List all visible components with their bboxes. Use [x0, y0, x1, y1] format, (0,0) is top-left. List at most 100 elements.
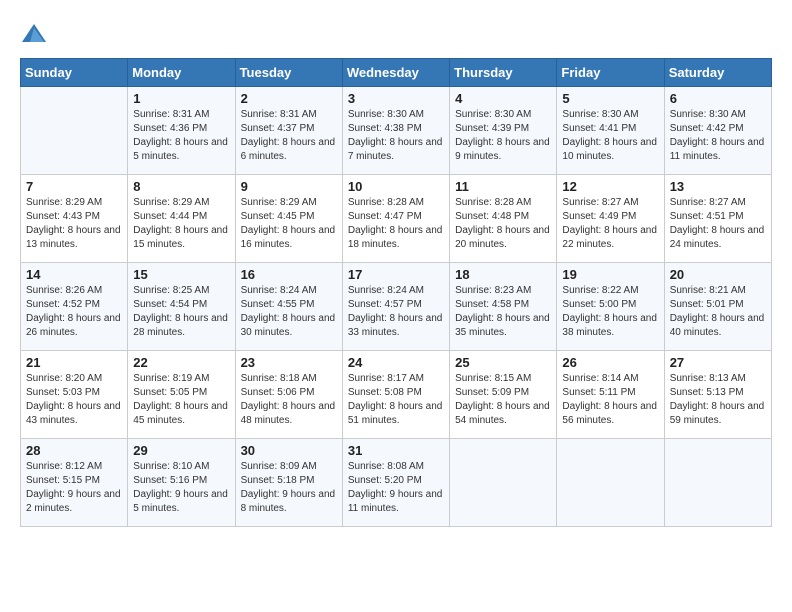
- calendar-week-row: 21Sunrise: 8:20 AMSunset: 5:03 PMDayligh…: [21, 351, 772, 439]
- cell-details: Sunrise: 8:08 AMSunset: 5:20 PMDaylight:…: [348, 460, 444, 516]
- day-number: 4: [455, 91, 551, 106]
- cell-details: Sunrise: 8:14 AMSunset: 5:11 PMDaylight:…: [562, 372, 658, 428]
- calendar-cell: 16 Sunrise: 8:24 AMSunset: 4:55 PMDayligh…: [235, 263, 342, 351]
- weekday-header: Monday: [128, 59, 235, 87]
- cell-details: Sunrise: 8:17 AMSunset: 5:08 PMDaylight:…: [348, 372, 444, 428]
- day-number: 27: [670, 355, 766, 370]
- calendar-cell: 31Sunrise: 8:08 AMSunset: 5:20 PMDayligh…: [342, 439, 449, 527]
- calendar-cell: 24 Sunrise: 8:17 AMSunset: 5:08 PMDayligh…: [342, 351, 449, 439]
- calendar-header: SundayMondayTuesdayWednesdayThursdayFrid…: [21, 59, 772, 87]
- logo-icon: [20, 20, 48, 48]
- calendar-cell: 4 Sunrise: 8:30 AMSunset: 4:39 PMDaylight…: [450, 87, 557, 175]
- day-number: 18: [455, 267, 551, 282]
- day-number: 24: [348, 355, 444, 370]
- day-number: 11: [455, 179, 551, 194]
- calendar-cell: 7Sunrise: 8:29 AMSunset: 4:43 PMDaylight…: [21, 175, 128, 263]
- calendar-cell: 13 Sunrise: 8:27 AMSunset: 4:51 PMDayligh…: [664, 175, 771, 263]
- cell-details: Sunrise: 8:09 AMSunset: 5:18 PMDaylight:…: [241, 460, 337, 516]
- cell-details: Sunrise: 8:24 AMSunset: 4:57 PMDaylight:…: [348, 284, 444, 340]
- cell-details: Sunrise: 8:22 AMSunset: 5:00 PMDaylight:…: [562, 284, 658, 340]
- day-number: 19: [562, 267, 658, 282]
- calendar-cell: 23 Sunrise: 8:18 AMSunset: 5:06 PMDayligh…: [235, 351, 342, 439]
- cell-details: Sunrise: 8:19 AMSunset: 5:05 PMDaylight:…: [133, 372, 229, 428]
- day-number: 10: [348, 179, 444, 194]
- day-number: 3: [348, 91, 444, 106]
- cell-details: Sunrise: 8:29 AMSunset: 4:45 PMDaylight:…: [241, 196, 337, 252]
- calendar-cell: 10Sunrise: 8:28 AMSunset: 4:47 PMDayligh…: [342, 175, 449, 263]
- day-number: 7: [26, 179, 122, 194]
- calendar-week-row: 28 Sunrise: 8:12 AMSunset: 5:15 PMDayligh…: [21, 439, 772, 527]
- cell-details: Sunrise: 8:24 AMSunset: 4:55 PMDaylight:…: [241, 284, 337, 340]
- weekday-header: Friday: [557, 59, 664, 87]
- cell-details: Sunrise: 8:12 AMSunset: 5:15 PMDaylight:…: [26, 460, 122, 516]
- logo: [20, 20, 52, 48]
- cell-details: Sunrise: 8:10 AMSunset: 5:16 PMDaylight:…: [133, 460, 229, 516]
- calendar-cell: 1Sunrise: 8:31 AMSunset: 4:36 PMDaylight…: [128, 87, 235, 175]
- calendar-table: SundayMondayTuesdayWednesdayThursdayFrid…: [20, 58, 772, 527]
- cell-details: Sunrise: 8:31 AMSunset: 4:37 PMDaylight:…: [241, 108, 337, 164]
- day-number: 28: [26, 443, 122, 458]
- calendar-cell: 12 Sunrise: 8:27 AMSunset: 4:49 PMDayligh…: [557, 175, 664, 263]
- calendar-body: 1Sunrise: 8:31 AMSunset: 4:36 PMDaylight…: [21, 87, 772, 527]
- calendar-cell: 20Sunrise: 8:21 AMSunset: 5:01 PMDayligh…: [664, 263, 771, 351]
- day-number: 9: [241, 179, 337, 194]
- day-number: 23: [241, 355, 337, 370]
- day-number: 8: [133, 179, 229, 194]
- calendar-cell: 29 Sunrise: 8:10 AMSunset: 5:16 PMDayligh…: [128, 439, 235, 527]
- calendar-cell: 18 Sunrise: 8:23 AMSunset: 4:58 PMDayligh…: [450, 263, 557, 351]
- weekday-header: Saturday: [664, 59, 771, 87]
- calendar-cell: 22 Sunrise: 8:19 AMSunset: 5:05 PMDayligh…: [128, 351, 235, 439]
- calendar-cell: 3 Sunrise: 8:30 AMSunset: 4:38 PMDaylight…: [342, 87, 449, 175]
- day-number: 17: [348, 267, 444, 282]
- calendar-cell: 2 Sunrise: 8:31 AMSunset: 4:37 PMDaylight…: [235, 87, 342, 175]
- calendar-cell: [664, 439, 771, 527]
- calendar-cell: [450, 439, 557, 527]
- cell-details: Sunrise: 8:23 AMSunset: 4:58 PMDaylight:…: [455, 284, 551, 340]
- calendar-cell: 25Sunrise: 8:15 AMSunset: 5:09 PMDayligh…: [450, 351, 557, 439]
- calendar-cell: [21, 87, 128, 175]
- cell-details: Sunrise: 8:28 AMSunset: 4:48 PMDaylight:…: [455, 196, 551, 252]
- cell-details: Sunrise: 8:20 AMSunset: 5:03 PMDaylight:…: [26, 372, 122, 428]
- cell-details: Sunrise: 8:30 AMSunset: 4:41 PMDaylight:…: [562, 108, 658, 164]
- calendar-cell: 8 Sunrise: 8:29 AMSunset: 4:44 PMDaylight…: [128, 175, 235, 263]
- cell-details: Sunrise: 8:27 AMSunset: 4:51 PMDaylight:…: [670, 196, 766, 252]
- cell-details: Sunrise: 8:30 AMSunset: 4:38 PMDaylight:…: [348, 108, 444, 164]
- calendar-cell: 6 Sunrise: 8:30 AMSunset: 4:42 PMDaylight…: [664, 87, 771, 175]
- calendar-cell: [557, 439, 664, 527]
- day-number: 6: [670, 91, 766, 106]
- weekday-header: Wednesday: [342, 59, 449, 87]
- calendar-cell: 19 Sunrise: 8:22 AMSunset: 5:00 PMDayligh…: [557, 263, 664, 351]
- day-number: 30: [241, 443, 337, 458]
- day-number: 2: [241, 91, 337, 106]
- day-number: 29: [133, 443, 229, 458]
- calendar-week-row: 7Sunrise: 8:29 AMSunset: 4:43 PMDaylight…: [21, 175, 772, 263]
- day-number: 12: [562, 179, 658, 194]
- calendar-cell: 21Sunrise: 8:20 AMSunset: 5:03 PMDayligh…: [21, 351, 128, 439]
- day-number: 22: [133, 355, 229, 370]
- weekday-header: Tuesday: [235, 59, 342, 87]
- day-number: 26: [562, 355, 658, 370]
- calendar-cell: 9 Sunrise: 8:29 AMSunset: 4:45 PMDaylight…: [235, 175, 342, 263]
- day-number: 14: [26, 267, 122, 282]
- cell-details: Sunrise: 8:25 AMSunset: 4:54 PMDaylight:…: [133, 284, 229, 340]
- cell-details: Sunrise: 8:18 AMSunset: 5:06 PMDaylight:…: [241, 372, 337, 428]
- calendar-cell: 15Sunrise: 8:25 AMSunset: 4:54 PMDayligh…: [128, 263, 235, 351]
- header-row: SundayMondayTuesdayWednesdayThursdayFrid…: [21, 59, 772, 87]
- cell-details: Sunrise: 8:30 AMSunset: 4:42 PMDaylight:…: [670, 108, 766, 164]
- calendar-cell: 26 Sunrise: 8:14 AMSunset: 5:11 PMDayligh…: [557, 351, 664, 439]
- calendar-week-row: 14 Sunrise: 8:26 AMSunset: 4:52 PMDayligh…: [21, 263, 772, 351]
- day-number: 20: [670, 267, 766, 282]
- day-number: 13: [670, 179, 766, 194]
- calendar-cell: 11 Sunrise: 8:28 AMSunset: 4:48 PMDayligh…: [450, 175, 557, 263]
- cell-details: Sunrise: 8:27 AMSunset: 4:49 PMDaylight:…: [562, 196, 658, 252]
- calendar-cell: 17 Sunrise: 8:24 AMSunset: 4:57 PMDayligh…: [342, 263, 449, 351]
- cell-details: Sunrise: 8:31 AMSunset: 4:36 PMDaylight:…: [133, 108, 229, 164]
- cell-details: Sunrise: 8:29 AMSunset: 4:44 PMDaylight:…: [133, 196, 229, 252]
- calendar-cell: 30 Sunrise: 8:09 AMSunset: 5:18 PMDayligh…: [235, 439, 342, 527]
- day-number: 16: [241, 267, 337, 282]
- calendar-cell: 28 Sunrise: 8:12 AMSunset: 5:15 PMDayligh…: [21, 439, 128, 527]
- calendar-cell: 14 Sunrise: 8:26 AMSunset: 4:52 PMDayligh…: [21, 263, 128, 351]
- cell-details: Sunrise: 8:26 AMSunset: 4:52 PMDaylight:…: [26, 284, 122, 340]
- weekday-header: Sunday: [21, 59, 128, 87]
- cell-details: Sunrise: 8:30 AMSunset: 4:39 PMDaylight:…: [455, 108, 551, 164]
